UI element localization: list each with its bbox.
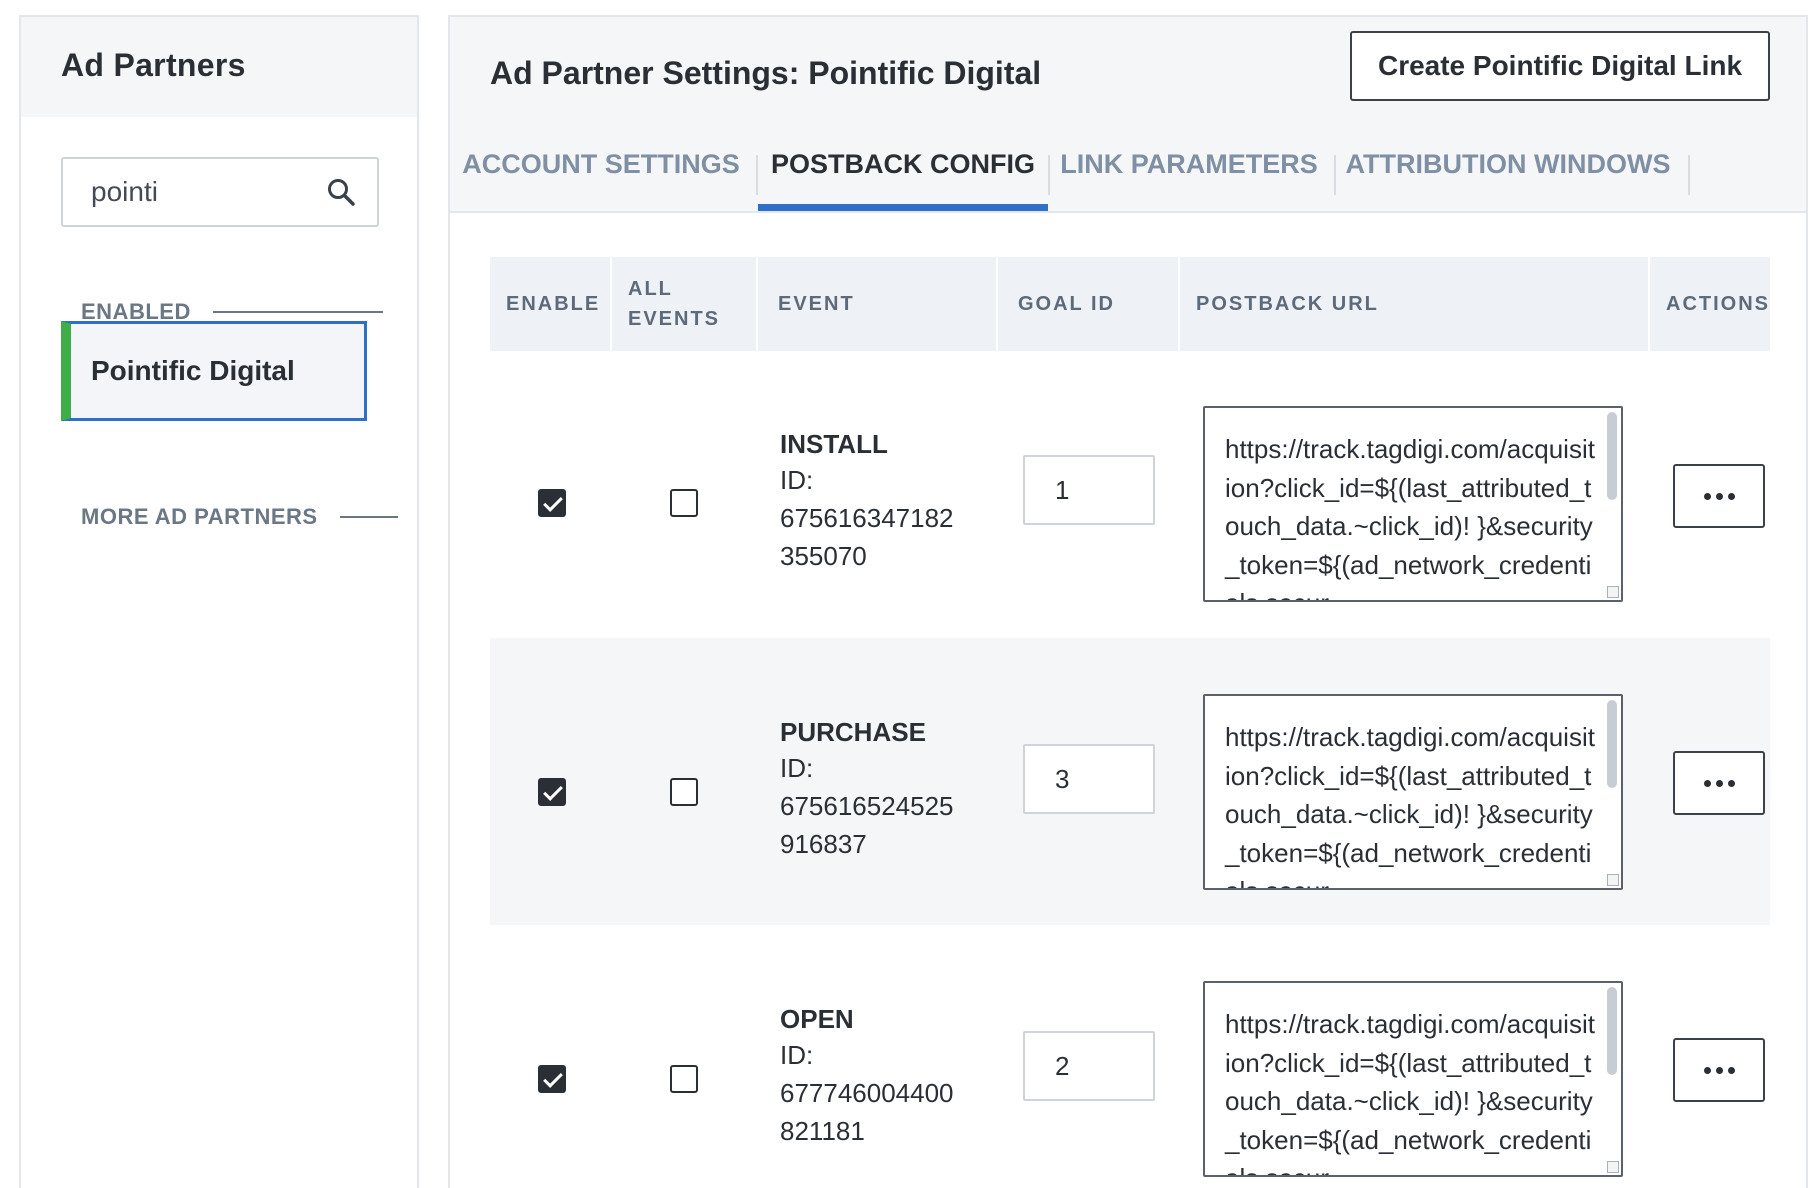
goal-id-input[interactable] [1023, 455, 1155, 525]
event-name: PURCHASE [780, 717, 926, 747]
header-enable: ENABLE [490, 257, 610, 351]
postback-url-text: https://track.tagdigi.com/acquisition?cl… [1225, 434, 1595, 600]
section-divider [212, 311, 383, 313]
create-link-button[interactable]: Create Pointific Digital Link [1350, 31, 1770, 101]
ad-partner-settings-panel: Ad Partner Settings: Pointific Digital C… [448, 15, 1808, 1188]
table-header: ENABLE ALL EVENTS EVENT GOAL ID POSTBACK… [490, 257, 1770, 351]
settings-tabs: ACCOUNT SETTINGS POSTBACK CONFIG LINK PA… [450, 117, 1806, 213]
header-event: EVENT [758, 257, 996, 351]
dot-icon [1703, 492, 1711, 500]
event-id: ID: 675616347182355070 [780, 461, 980, 575]
dot-icon [1703, 779, 1711, 787]
actions-menu-button[interactable] [1673, 1038, 1765, 1102]
ad-partners-sidebar: Ad Partners ENABLED Pointific Digital MO… [19, 15, 419, 1188]
header-postback-url: POSTBACK URL [1180, 257, 1648, 351]
settings-header: Ad Partner Settings: Pointific Digital C… [450, 17, 1806, 117]
all-events-checkbox[interactable] [670, 489, 698, 517]
actions-menu-button[interactable] [1673, 464, 1765, 528]
event-id-value: 677746004400821181 [780, 1078, 954, 1146]
dot-icon [1727, 492, 1735, 500]
event-id-label: ID: [780, 1040, 814, 1070]
textarea-scrollbar[interactable] [1607, 412, 1617, 500]
header-actions: ACTIONS [1650, 257, 1770, 351]
dot-icon [1715, 779, 1723, 787]
sidebar-item-pointific-digital[interactable]: Pointific Digital [61, 321, 367, 421]
tab-postback-config[interactable]: POSTBACK CONFIG [758, 117, 1048, 211]
tab-divider [1334, 155, 1336, 195]
tab-divider [1688, 155, 1690, 195]
resize-handle-icon[interactable] [1607, 874, 1619, 886]
dot-icon [1703, 1066, 1711, 1074]
dot-icon [1715, 1066, 1723, 1074]
postback-table: ENABLE ALL EVENTS EVENT GOAL ID POSTBACK… [490, 257, 1770, 1188]
textarea-scrollbar[interactable] [1607, 987, 1617, 1075]
postback-url-textarea[interactable]: https://track.tagdigi.com/acquisition?cl… [1203, 694, 1623, 890]
partner-search-input[interactable] [91, 176, 325, 208]
enable-checkbox[interactable] [538, 778, 566, 806]
tab-divider [1048, 155, 1050, 195]
resize-handle-icon[interactable] [1607, 1161, 1619, 1173]
search-icon[interactable] [325, 176, 357, 208]
dot-icon [1715, 492, 1723, 500]
event-id-label: ID: [780, 753, 814, 783]
partner-search-box[interactable] [61, 157, 379, 227]
dot-icon [1727, 1066, 1735, 1074]
postback-url-text: https://track.tagdigi.com/acquisition?cl… [1225, 1009, 1595, 1175]
all-events-checkbox[interactable] [670, 1065, 698, 1093]
event-id: ID: 675616524525916837 [780, 749, 980, 863]
more-partners-label-text: MORE AD PARTNERS [81, 504, 318, 529]
enable-checkbox[interactable] [538, 1065, 566, 1093]
event-id: ID: 677746004400821181 [780, 1036, 980, 1150]
all-events-checkbox[interactable] [670, 778, 698, 806]
header-all-events-line1: ALL [628, 278, 673, 300]
page-title: Ad Partner Settings: Pointific Digital [490, 55, 1042, 91]
event-id-value: 675616524525916837 [780, 791, 954, 859]
dot-icon [1727, 779, 1735, 787]
enable-checkbox[interactable] [538, 489, 566, 517]
postback-url-textarea[interactable]: https://track.tagdigi.com/acquisition?cl… [1203, 981, 1623, 1177]
resize-handle-icon[interactable] [1607, 586, 1619, 598]
more-partners-section-label: MORE AD PARTNERS [81, 504, 398, 530]
sidebar-header: Ad Partners [21, 17, 417, 117]
textarea-scrollbar[interactable] [1607, 700, 1617, 788]
goal-id-input[interactable] [1023, 744, 1155, 814]
tab-link-parameters[interactable]: LINK PARAMETERS [1060, 117, 1318, 211]
actions-menu-button[interactable] [1673, 751, 1765, 815]
table-row: PURCHASE ID: 675616524525916837 https://… [490, 638, 1770, 925]
postback-url-text: https://track.tagdigi.com/acquisition?cl… [1225, 722, 1595, 888]
table-row: OPEN ID: 677746004400821181 https://trac… [490, 925, 1770, 1188]
header-all-events-line2: EVENTS [628, 308, 721, 330]
table-row: INSTALL ID: 675616347182355070 https://t… [490, 351, 1770, 638]
header-all-events: ALL EVENTS [612, 257, 756, 351]
tab-attribution-windows[interactable]: ATTRIBUTION WINDOWS [1346, 117, 1671, 211]
event-id-label: ID: [780, 465, 814, 495]
postback-url-textarea[interactable]: https://track.tagdigi.com/acquisition?cl… [1203, 406, 1623, 602]
goal-id-input[interactable] [1023, 1031, 1155, 1101]
sidebar-title: Ad Partners [61, 47, 246, 83]
event-id-value: 675616347182355070 [780, 503, 954, 571]
event-name: INSTALL [780, 429, 888, 459]
sidebar-item-label: Pointific Digital [91, 355, 295, 386]
tab-account-settings[interactable]: ACCOUNT SETTINGS [462, 117, 740, 211]
event-name: OPEN [780, 1004, 854, 1034]
section-divider [339, 516, 398, 518]
header-goal-id: GOAL ID [998, 257, 1178, 351]
